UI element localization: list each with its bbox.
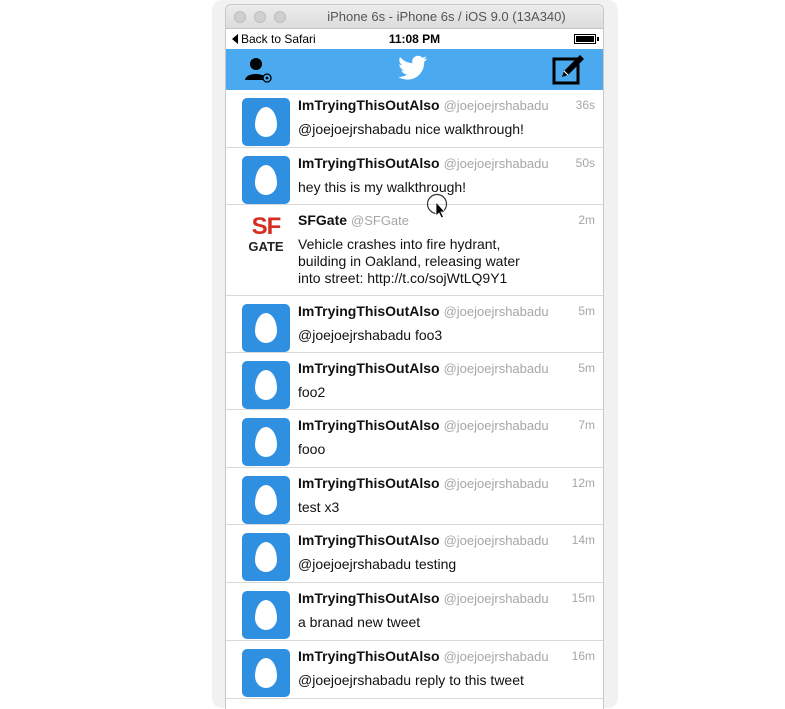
avatar[interactable] bbox=[242, 361, 290, 409]
tweet-row[interactable]: ImTryingThisOutAlso @joejoejrshabadu 16m @j… bbox=[226, 641, 603, 699]
egg-avatar-icon bbox=[255, 600, 277, 630]
tweet-row[interactable]: ImTryingThisOutAlso @joejoejrshabadu 36s @j… bbox=[226, 90, 603, 148]
sfgate-logo-top: SF bbox=[251, 213, 282, 240]
tweet-author-handle: @joejoejrshabadu bbox=[443, 649, 549, 664]
tweet-timestamp: 36s bbox=[575, 98, 595, 112]
tweet-row[interactable]: ImTryingThisOutAlso @joejoejrshabadu 5m @jo… bbox=[226, 296, 603, 353]
zoom-window-button[interactable] bbox=[274, 11, 286, 23]
tweet-author-handle: @joejoejrshabadu bbox=[443, 156, 549, 171]
avatar[interactable] bbox=[242, 156, 290, 204]
tweet-timestamp: 15m bbox=[571, 591, 595, 605]
simulator-touch-cursor bbox=[426, 193, 450, 226]
egg-avatar-icon bbox=[255, 165, 277, 195]
profile-icon[interactable] bbox=[244, 56, 274, 84]
avatar[interactable] bbox=[242, 418, 290, 466]
tweet-author-name: ImTryingThisOutAlso bbox=[298, 155, 440, 171]
tweet-author-handle: @joejoejrshabadu bbox=[443, 304, 549, 319]
egg-avatar-icon bbox=[255, 427, 277, 457]
tweet-author-name: ImTryingThisOutAlso bbox=[298, 475, 440, 491]
tweet-author-name: ImTryingThisOutAlso bbox=[298, 590, 440, 606]
tweet-text: test x3 bbox=[298, 499, 340, 515]
tweet-author[interactable]: ImTryingThisOutAlso @joejoejrshabadu bbox=[298, 532, 549, 548]
avatar[interactable] bbox=[242, 98, 290, 146]
tweet-timestamp: 5m bbox=[578, 361, 595, 375]
window-titlebar[interactable]: iPhone 6s - iPhone 6s / iOS 9.0 (13A340) bbox=[226, 5, 603, 29]
sfgate-logo-bottom: GATE bbox=[248, 239, 284, 254]
tweet-author-name: ImTryingThisOutAlso bbox=[298, 97, 440, 113]
egg-avatar-icon bbox=[255, 370, 277, 400]
tweet-row[interactable]: ImTryingThisOutAlso @joejoejrshabadu 5m foo… bbox=[226, 353, 603, 410]
tweet-author-name: SFGate bbox=[298, 212, 348, 228]
tweet-text: @joejoejrshabadu reply to this tweet bbox=[298, 672, 524, 688]
navigation-bar bbox=[226, 49, 603, 90]
tweet-author[interactable]: ImTryingThisOutAlso @joejoejrshabadu bbox=[298, 97, 549, 113]
twitter-bird-icon bbox=[398, 55, 428, 81]
tweet-author[interactable]: ImTryingThisOutAlso @joejoejrshabadu bbox=[298, 417, 549, 433]
tweet-text: @joejoejrshabadu nice walkthrough! bbox=[298, 121, 524, 137]
tweet-author-name: ImTryingThisOutAlso bbox=[298, 648, 440, 664]
tweet-text: @joejoejrshabadu testing bbox=[298, 556, 457, 572]
tweet-timestamp: 5m bbox=[578, 304, 595, 318]
tweet-author[interactable]: ImTryingThisOutAlso @joejoejrshabadu bbox=[298, 648, 549, 664]
tweet-timestamp: 2m bbox=[578, 213, 595, 227]
tweet-author-handle: @joejoejrshabadu bbox=[443, 418, 549, 433]
tweet-timestamp: 14m bbox=[571, 533, 595, 547]
egg-avatar-icon bbox=[255, 313, 277, 343]
avatar[interactable] bbox=[242, 533, 290, 581]
tweet-row[interactable]: ImTryingThisOutAlso @joejoejrshabadu 12m te… bbox=[226, 468, 603, 525]
tweet-author-handle: @joejoejrshabadu bbox=[443, 476, 549, 491]
tweet-author-handle: @joejoejrshabadu bbox=[443, 533, 549, 548]
tweet-author-name: ImTryingThisOutAlso bbox=[298, 417, 440, 433]
tweet-timestamp: 50s bbox=[575, 156, 595, 170]
tweet-timestamp: 12m bbox=[571, 476, 595, 490]
tweet-feed[interactable]: ImTryingThisOutAlso @joejoejrshabadu 36s @j… bbox=[226, 90, 603, 699]
tweet-row[interactable]: ImTryingThisOutAlso @joejoejrshabadu 7m foo… bbox=[226, 410, 603, 468]
tweet-author[interactable]: ImTryingThisOutAlso @joejoejrshabadu bbox=[298, 303, 549, 319]
tweet-row[interactable]: SF GATE SFGate @SFGate 2m Vehicle crashes int… bbox=[226, 205, 603, 296]
tweet-author[interactable]: SFGate @SFGate bbox=[298, 212, 409, 228]
tweet-author-name: ImTryingThisOutAlso bbox=[298, 532, 440, 548]
close-window-button[interactable] bbox=[234, 11, 246, 23]
tweet-timestamp: 16m bbox=[571, 649, 595, 663]
egg-avatar-icon bbox=[255, 107, 277, 137]
tweet-timestamp: 7m bbox=[578, 418, 595, 432]
tweet-author-handle: @joejoejrshabadu bbox=[443, 591, 549, 606]
tweet-text: @joejoejrshabadu foo3 bbox=[298, 327, 443, 343]
egg-avatar-icon bbox=[255, 485, 277, 515]
tweet-row[interactable]: ImTryingThisOutAlso @joejoejrshabadu 50s he… bbox=[226, 148, 603, 205]
egg-avatar-icon bbox=[255, 658, 277, 688]
tweet-author-handle: @SFGate bbox=[351, 213, 410, 228]
tweet-row[interactable]: ImTryingThisOutAlso @joejoejrshabadu 14m @j… bbox=[226, 525, 603, 583]
tweet-author-handle: @joejoejrshabadu bbox=[443, 361, 549, 376]
compose-icon[interactable] bbox=[552, 53, 586, 85]
tweet-author-name: ImTryingThisOutAlso bbox=[298, 303, 440, 319]
tweet-author[interactable]: ImTryingThisOutAlso @joejoejrshabadu bbox=[298, 590, 549, 606]
tweet-text: a branad new tweet bbox=[298, 614, 421, 630]
status-time: 11:08 PM bbox=[388, 32, 441, 46]
tweet-text: hey this is my walkthrough! bbox=[298, 179, 467, 195]
egg-avatar-icon bbox=[255, 542, 277, 572]
avatar[interactable] bbox=[242, 476, 290, 524]
tweet-author[interactable]: ImTryingThisOutAlso @joejoejrshabadu bbox=[298, 475, 549, 491]
tweet-text: Vehicle crashes into fire hydrant, build… bbox=[298, 236, 520, 286]
simulator-window: iPhone 6s - iPhone 6s / iOS 9.0 (13A340)… bbox=[225, 4, 604, 709]
avatar[interactable] bbox=[242, 649, 290, 697]
tweet-author[interactable]: ImTryingThisOutAlso @joejoejrshabadu bbox=[298, 360, 549, 376]
avatar[interactable] bbox=[242, 304, 290, 352]
tweet-author-handle: @joejoejrshabadu bbox=[443, 98, 549, 113]
tweet-text: foo2 bbox=[298, 384, 326, 400]
tweet-author-name: ImTryingThisOutAlso bbox=[298, 360, 440, 376]
sfgate-logo-avatar[interactable]: SF GATE bbox=[248, 213, 284, 254]
window-title: iPhone 6s - iPhone 6s / iOS 9.0 (13A340) bbox=[327, 9, 566, 24]
minimize-window-button[interactable] bbox=[254, 11, 266, 23]
battery-icon bbox=[574, 34, 599, 44]
tweet-author[interactable]: ImTryingThisOutAlso @joejoejrshabadu bbox=[298, 155, 549, 171]
tweet-text: fooo bbox=[298, 441, 326, 457]
tweet-row[interactable]: ImTryingThisOutAlso @joejoejrshabadu 15m a … bbox=[226, 583, 603, 641]
ios-status-bar: Back to Safari 11:08 PM bbox=[226, 29, 603, 49]
avatar[interactable] bbox=[242, 591, 290, 639]
